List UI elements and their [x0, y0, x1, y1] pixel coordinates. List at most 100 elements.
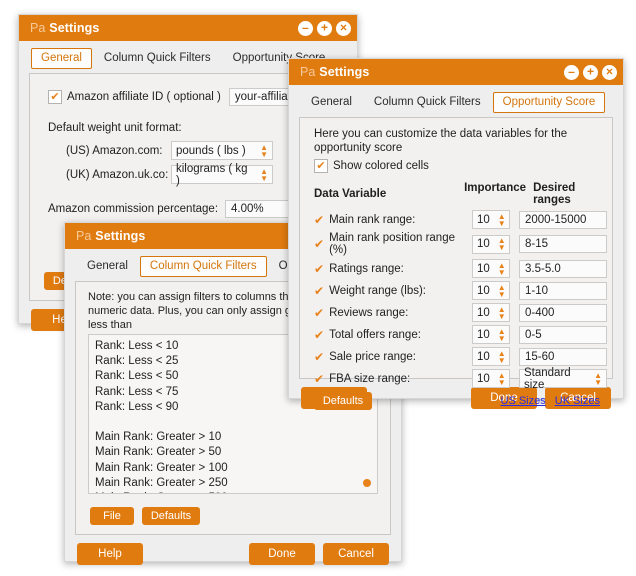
- list-item[interactable]: Main Rank: Greater > 10: [95, 430, 377, 445]
- us-amazon-label: (US) Amazon.com:: [66, 144, 163, 157]
- opportunity-intro-text: Here you can customize the data variable…: [314, 128, 568, 154]
- affiliate-checkbox[interactable]: ✔: [48, 90, 62, 104]
- tab-general[interactable]: General: [31, 48, 92, 69]
- panel-bottom-row: Defaults US Sizes UK Sizes: [300, 391, 612, 410]
- commission-label: Amazon commission percentage:: [48, 203, 219, 215]
- row-label: Total offers range:: [329, 328, 421, 341]
- table-row: ✔ Main rank position range (%) 10 ▲ ▼ 8-15: [300, 232, 612, 256]
- uk-weight-unit-select[interactable]: kilograms ( kg ) ▲ ▼: [171, 163, 273, 187]
- us-weight-unit-value: pounds ( lbs ): [176, 144, 246, 157]
- importance-value: 10: [477, 328, 490, 341]
- row-checkbox[interactable]: ✔: [314, 372, 324, 386]
- opportunity-score-panel: Here you can customize the data variable…: [299, 117, 613, 410]
- window-title: Settings: [319, 65, 370, 79]
- uk-amazon-label: (UK) Amazon.uk.co:: [66, 168, 169, 181]
- affiliate-label: Amazon affiliate ID ( optional ): [67, 91, 221, 103]
- window-title: Settings: [95, 229, 146, 243]
- show-colored-cells-checkbox[interactable]: ✔: [314, 159, 328, 173]
- screen: Pa Settings – + × General Column Quick F…: [0, 0, 636, 576]
- row-checkbox[interactable]: ✔: [314, 237, 324, 251]
- minimize-icon[interactable]: –: [564, 64, 579, 80]
- importance-value: 10: [477, 306, 490, 319]
- scroll-indicator-icon[interactable]: [363, 479, 371, 487]
- list-item[interactable]: Main Rank: Greater > 500: [95, 491, 377, 493]
- tab-general[interactable]: General: [77, 256, 138, 277]
- desired-range-input[interactable]: 0-400: [519, 303, 607, 322]
- row-label: Ratings range:: [329, 262, 404, 275]
- list-item[interactable]: Main Rank: Greater > 50: [95, 445, 377, 460]
- tab-column-quick-filters[interactable]: Column Quick Filters: [139, 256, 267, 277]
- chevron-updown-icon: ▲ ▼: [497, 326, 506, 343]
- list-item[interactable]: Main Rank: Greater > 250: [95, 476, 377, 491]
- maximize-icon[interactable]: +: [317, 20, 332, 36]
- column-header-importance: Importance: [464, 182, 527, 194]
- desired-range-input[interactable]: 15-60: [519, 347, 607, 366]
- us-sizes-link[interactable]: US Sizes: [501, 395, 546, 407]
- tab-column-quick-filters[interactable]: Column Quick Filters: [364, 92, 491, 113]
- chevron-updown-icon: ▲ ▼: [260, 142, 268, 159]
- row-label: Weight range (lbs):: [329, 284, 427, 297]
- column-header-data-variable: Data Variable: [314, 188, 387, 200]
- desired-range-input[interactable]: 0-5: [519, 325, 607, 344]
- tab-column-quick-filters[interactable]: Column Quick Filters: [94, 48, 221, 69]
- row-checkbox[interactable]: ✔: [314, 350, 324, 364]
- tab-general[interactable]: General: [301, 92, 362, 113]
- maximize-icon[interactable]: +: [583, 64, 598, 80]
- desired-range-input[interactable]: 8-15: [519, 235, 607, 253]
- chevron-updown-icon: ▲ ▼: [594, 370, 602, 387]
- importance-stepper[interactable]: 10 ▲ ▼: [472, 234, 510, 254]
- defaults-button[interactable]: Defaults: [142, 507, 200, 525]
- desired-range-input[interactable]: 2000-15000: [519, 210, 607, 229]
- us-weight-unit-select[interactable]: pounds ( lbs ) ▲ ▼: [171, 141, 273, 160]
- importance-stepper[interactable]: 10 ▲ ▼: [472, 210, 510, 229]
- window-title: Settings: [49, 21, 100, 35]
- settings-window-opportunity-score[interactable]: Pa Settings – + × General Column Quick F…: [288, 58, 624, 410]
- show-colored-cells-row: ✔ Show colored cells: [300, 155, 612, 173]
- importance-stepper[interactable]: 10 ▲ ▼: [472, 325, 510, 344]
- file-button[interactable]: File: [90, 507, 134, 525]
- help-button[interactable]: Help: [77, 543, 143, 565]
- minimize-icon[interactable]: –: [298, 20, 313, 36]
- list-item[interactable]: Main Rank: Greater > 100: [95, 461, 377, 476]
- app-logo-icon: Pa: [300, 65, 316, 79]
- desired-range-input[interactable]: 3.5-5.0: [519, 259, 607, 278]
- fba-size-select[interactable]: Standard size ▲ ▼: [519, 367, 607, 391]
- row-label: Sale price range:: [329, 350, 417, 363]
- table-row: ✔ FBA size range: 10 ▲ ▼ Standard size ▲ ▼: [300, 367, 612, 391]
- cancel-button[interactable]: Cancel: [323, 543, 389, 565]
- chevron-updown-icon: ▲ ▼: [497, 304, 506, 321]
- chevron-updown-icon: ▲ ▼: [497, 211, 506, 228]
- desired-range-input[interactable]: 1-10: [519, 281, 607, 300]
- importance-value: 10: [477, 262, 490, 275]
- close-icon[interactable]: ×: [336, 20, 351, 36]
- table-header: Data Variable Importance Desired ranges: [300, 173, 612, 210]
- table-row: ✔ Weight range (lbs): 10 ▲ ▼ 1-10: [300, 281, 612, 300]
- row-checkbox[interactable]: ✔: [314, 284, 324, 298]
- importance-stepper[interactable]: 10 ▲ ▼: [472, 259, 510, 278]
- table-row: ✔ Ratings range: 10 ▲ ▼ 3.5-5.0: [300, 259, 612, 278]
- importance-value: 10: [477, 350, 490, 363]
- importance-stepper[interactable]: 10 ▲ ▼: [472, 303, 510, 322]
- column-header-desired-ranges: Desired ranges: [533, 182, 576, 206]
- close-icon[interactable]: ×: [602, 64, 617, 80]
- table-row: ✔ Sale price range: 10 ▲ ▼ 15-60: [300, 347, 612, 366]
- row-checkbox[interactable]: ✔: [314, 328, 324, 342]
- uk-sizes-link[interactable]: UK Sizes: [555, 395, 600, 407]
- row-checkbox[interactable]: ✔: [314, 213, 324, 227]
- importance-stepper[interactable]: 10 ▲ ▼: [472, 281, 510, 300]
- chevron-updown-icon: ▲ ▼: [497, 236, 506, 252]
- importance-value: 10: [477, 284, 490, 297]
- row-checkbox[interactable]: ✔: [314, 306, 324, 320]
- titlebar[interactable]: Pa Settings – + ×: [19, 15, 357, 41]
- row-label: Main rank range:: [329, 213, 416, 226]
- importance-value: 10: [477, 372, 490, 385]
- defaults-button[interactable]: Defaults: [314, 392, 372, 410]
- importance-stepper[interactable]: 10 ▲ ▼: [472, 369, 510, 388]
- tab-opportunity-score[interactable]: Opportunity Score: [492, 92, 606, 113]
- importance-value: 10: [477, 238, 490, 250]
- row-checkbox[interactable]: ✔: [314, 262, 324, 276]
- tab-bar: General Column Quick Filters Opportunity…: [289, 85, 623, 113]
- done-button[interactable]: Done: [249, 543, 315, 565]
- titlebar[interactable]: Pa Settings – + ×: [289, 59, 623, 85]
- importance-stepper[interactable]: 10 ▲ ▼: [472, 347, 510, 366]
